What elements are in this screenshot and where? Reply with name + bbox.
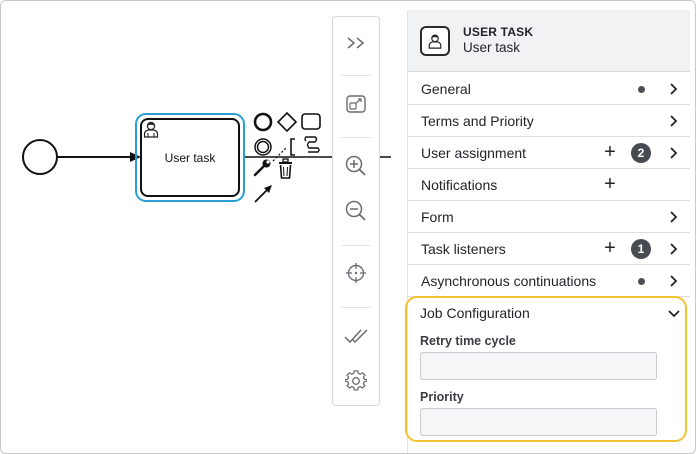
group-label: Task listeners: [421, 241, 506, 257]
add-entry-button[interactable]: +: [602, 174, 618, 194]
group-notifications[interactable]: Notifications +: [408, 169, 690, 201]
count-badge: 1: [631, 239, 651, 259]
retry-time-cycle-label: Retry time cycle: [420, 334, 516, 348]
user-task-icon: [420, 26, 450, 56]
toolbar-separator: [341, 137, 371, 138]
double-check-icon: [344, 329, 368, 344]
chevron-right-icon[interactable]: [668, 82, 680, 96]
crosshair-icon: [346, 263, 366, 283]
chevron-down-icon[interactable]: [667, 309, 681, 319]
group-label: Form: [421, 209, 454, 225]
context-pad: [253, 111, 321, 203]
append-task-icon[interactable]: [301, 113, 321, 130]
count-badge: 2: [631, 143, 651, 163]
append-gateway-icon[interactable]: [276, 111, 298, 133]
settings-button[interactable]: [333, 359, 379, 403]
group-label: Notifications: [421, 177, 498, 193]
validate-button[interactable]: [333, 314, 379, 358]
modeler-window: User task USER TASK User task General Te…: [0, 0, 696, 454]
group-user-assignment[interactable]: User assignment +2: [408, 137, 690, 169]
text-annotation-icon[interactable]: [272, 138, 295, 162]
priority-input[interactable]: [420, 408, 657, 436]
user-task-selection[interactable]: User task: [135, 113, 245, 202]
group-terms-and-priority[interactable]: Terms and Priority: [408, 105, 690, 137]
task-label: User task: [164, 150, 216, 165]
trash-icon[interactable]: [279, 158, 292, 179]
toolbar-separator: [341, 245, 371, 246]
retry-time-cycle-input[interactable]: [420, 352, 657, 380]
zoom-in-button[interactable]: [333, 144, 379, 188]
fit-screen-icon: [346, 95, 366, 113]
has-entries-dot-icon: [638, 86, 645, 93]
reset-view-button[interactable]: [333, 251, 379, 295]
group-asynchronous-continuations[interactable]: Asynchronous continuations: [408, 265, 690, 297]
canvas-toolbar: [332, 16, 380, 406]
connect-icon[interactable]: [304, 136, 320, 153]
fit-viewport-button[interactable]: [333, 82, 379, 126]
group-label: Terms and Priority: [421, 113, 534, 129]
element-name: User task: [463, 40, 521, 55]
group-general[interactable]: General: [408, 73, 690, 105]
chevron-right-icon[interactable]: [668, 210, 680, 224]
group-label: Asynchronous continuations: [421, 273, 597, 289]
panel-header: USER TASK User task: [408, 10, 690, 72]
double-chevron-right-icon: [347, 37, 365, 49]
priority-label: Priority: [420, 390, 464, 404]
zoom-out-button[interactable]: [333, 189, 379, 233]
group-label: User assignment: [421, 145, 527, 161]
start-event[interactable]: [22, 139, 58, 175]
chevron-right-icon[interactable]: [668, 114, 680, 128]
gear-icon: [345, 370, 367, 391]
connect-arrow-icon[interactable]: [254, 185, 272, 203]
chevron-right-icon[interactable]: [668, 274, 680, 288]
wrench-icon[interactable]: [253, 159, 271, 177]
zoom-out-icon: [345, 200, 366, 221]
group-label: General: [421, 81, 471, 97]
chevron-right-icon[interactable]: [668, 242, 680, 256]
append-intermediate-event-icon[interactable]: [254, 138, 272, 156]
user-task[interactable]: User task: [140, 118, 240, 197]
add-entry-button[interactable]: +: [602, 238, 618, 258]
toolbar-separator: [341, 75, 371, 76]
collapse-button[interactable]: [333, 21, 379, 65]
group-form[interactable]: Form: [408, 201, 690, 233]
group-job-configuration: Job Configuration Retry time cycle Prior…: [405, 296, 687, 442]
group-task-listeners[interactable]: Task listeners +1: [408, 233, 690, 265]
group-label[interactable]: Job Configuration: [420, 305, 530, 321]
add-entry-button[interactable]: +: [602, 142, 618, 162]
append-end-event-icon[interactable]: [253, 112, 273, 132]
has-entries-dot-icon: [638, 278, 645, 285]
zoom-in-icon: [345, 155, 366, 176]
element-type: USER TASK: [463, 25, 534, 39]
chevron-right-icon[interactable]: [668, 146, 680, 160]
user-icon: [143, 121, 159, 138]
toolbar-separator: [341, 307, 371, 308]
